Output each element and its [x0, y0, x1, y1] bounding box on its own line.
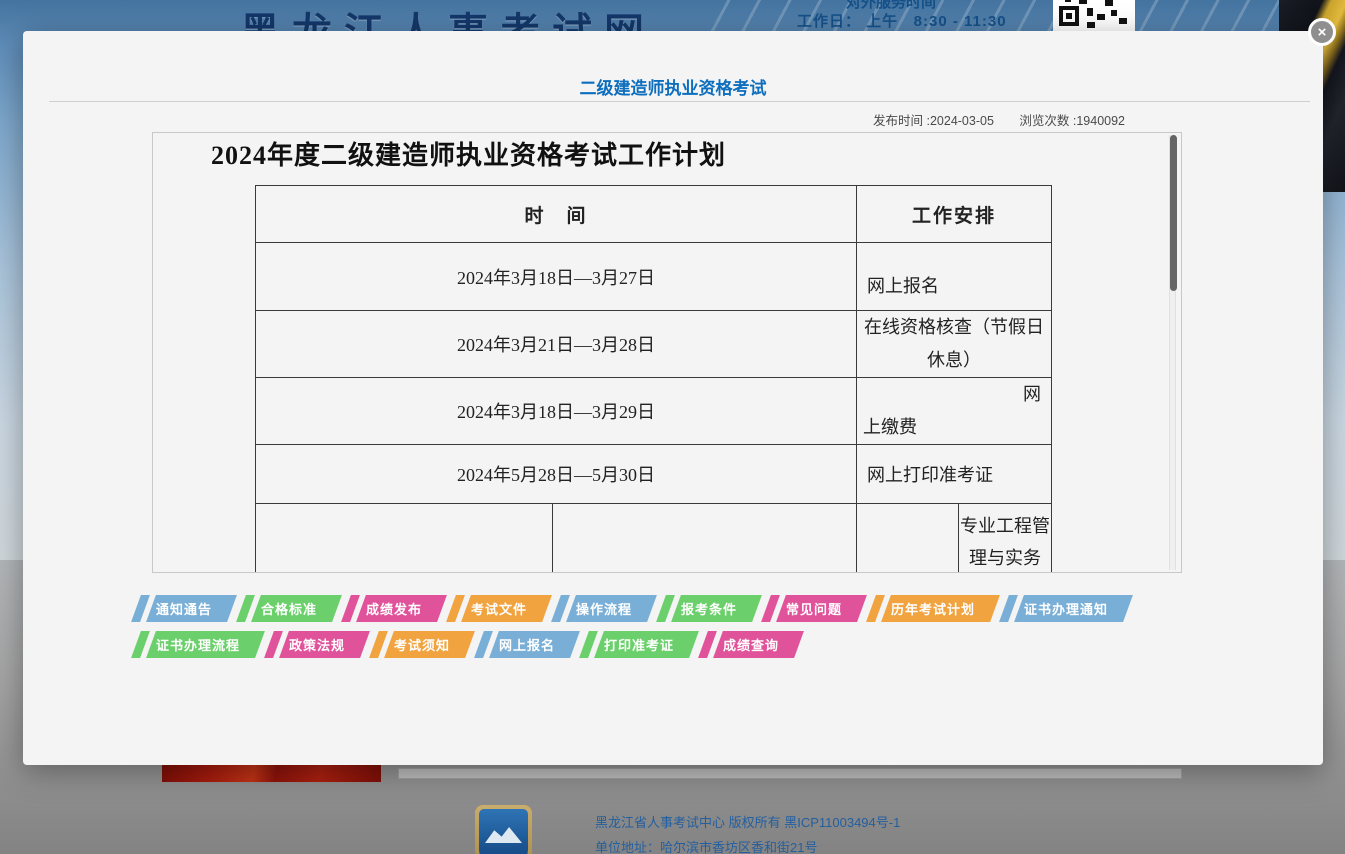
time-cell [256, 504, 553, 574]
work-wrapcenter: 在线资格核查（节假日休息） [857, 311, 1052, 378]
category-tag[interactable]: 打印准考证 [579, 631, 699, 658]
qr-code-icon [1053, 0, 1135, 32]
category-tag[interactable]: 考试须知 [369, 631, 475, 658]
category-tag[interactable]: 通知通告 [131, 595, 237, 622]
category-tag[interactable]: 操作流程 [551, 595, 657, 622]
schedule-table: 时 间工作安排2024年3月18日—3月27日网上报名2024年3月21日—3月… [255, 185, 1052, 573]
publish-date: 发布时间 :2024-03-05 [873, 114, 994, 128]
time-cell: 2024年5月28日—5月30日 [256, 445, 857, 504]
table-row: 2024年3月21日—3月28日在线资格核查（节假日休息） [256, 311, 1052, 378]
category-tag[interactable]: 证书办理通知 [999, 595, 1133, 622]
category-tags-row2: 证书办理流程政策法规考试须知网上报名打印准考证成绩查询 [136, 631, 799, 658]
close-icon[interactable]: × [1308, 18, 1336, 46]
article-meta: 发布时间 :2024-03-05 浏览次数 :1940092 [873, 110, 1125, 129]
article-scroll-area[interactable]: 2024年度二级建造师执业资格考试工作计划 时 间工作安排2024年3月18日—… [152, 132, 1182, 573]
table-row: 2024年3月18日—3月27日网上报名 [256, 243, 1052, 311]
page-footer: 事业单位 黑龙江省人事考试中心 版权所有 黑ICP11003494号-1 单位地… [0, 800, 1345, 854]
work-left: 网上打印准考证 [857, 445, 1052, 504]
view-count: 浏览次数 :1940092 [1019, 114, 1125, 128]
category-tag[interactable]: 常见问题 [761, 595, 867, 622]
time-cell: 2024年3月18日—3月27日 [256, 243, 857, 311]
category-tag[interactable]: 考试文件 [446, 595, 552, 622]
modal-title: 二级建造师执业资格考试 [23, 74, 1323, 99]
category-tag[interactable]: 成绩发布 [341, 595, 447, 622]
title-divider [49, 101, 1310, 102]
institution-badge: 事业单位 [475, 805, 532, 854]
work-indent: 网上缴费 [857, 378, 1052, 445]
category-tag[interactable]: 政策法规 [264, 631, 370, 658]
scrollbar-thumb[interactable] [1170, 135, 1177, 291]
category-tag[interactable]: 报考条件 [656, 595, 762, 622]
document-heading: 2024年度二级建造师执业资格考试工作计划 [211, 135, 726, 172]
content-strip-under-modal [398, 768, 1182, 779]
table-header: 时 间 [256, 186, 857, 243]
time-cell [553, 504, 857, 574]
table-row: 9：00专业工程管理与实务 [256, 504, 1052, 574]
category-tag[interactable]: 网上报名 [474, 631, 580, 658]
category-tags-row1: 通知通告合格标准成绩发布考试文件操作流程报考条件常见问题历年考试计划证书办理通知 [136, 595, 1128, 622]
table-row: 2024年5月28日—5月30日网上打印准考证 [256, 445, 1052, 504]
category-tag[interactable]: 成绩查询 [698, 631, 804, 658]
footer-address: 单位地址：哈尔滨市香坊区香和街21号 [595, 835, 900, 854]
scrollbar-track[interactable] [1169, 135, 1176, 570]
time-cell: 2024年3月21日—3月28日 [256, 311, 857, 378]
page: 黑龙江人事考试网 对外服务时间 工作日： 上午 8:30 - 11:30 [0, 0, 1345, 854]
exam-notice-modal: × 二级建造师执业资格考试 发布时间 :2024-03-05 浏览次数 :194… [23, 31, 1323, 765]
footer-copyright: 黑龙江省人事考试中心 版权所有 黑ICP11003494号-1 [595, 810, 900, 835]
table-row: 2024年3月18日—3月29日网上缴费 [256, 378, 1052, 445]
red-banner-button[interactable] [162, 765, 381, 782]
work-bottom: 网上报名 [857, 243, 1052, 311]
category-tag[interactable]: 合格标准 [236, 595, 342, 622]
badge-mountain-icon [485, 827, 522, 843]
time-cell: 2024年3月18日—3月29日 [256, 378, 857, 445]
category-tag[interactable]: 历年考试计划 [866, 595, 1000, 622]
service-hours-text: 工作日： 上午 8:30 - 11:30 [797, 10, 1007, 31]
work-wrap: 专业工程管理与实务 [959, 504, 1052, 574]
exam-time: 9：00 [857, 504, 959, 574]
table-header: 工作安排 [857, 186, 1052, 243]
category-tag[interactable]: 证书办理流程 [131, 631, 265, 658]
